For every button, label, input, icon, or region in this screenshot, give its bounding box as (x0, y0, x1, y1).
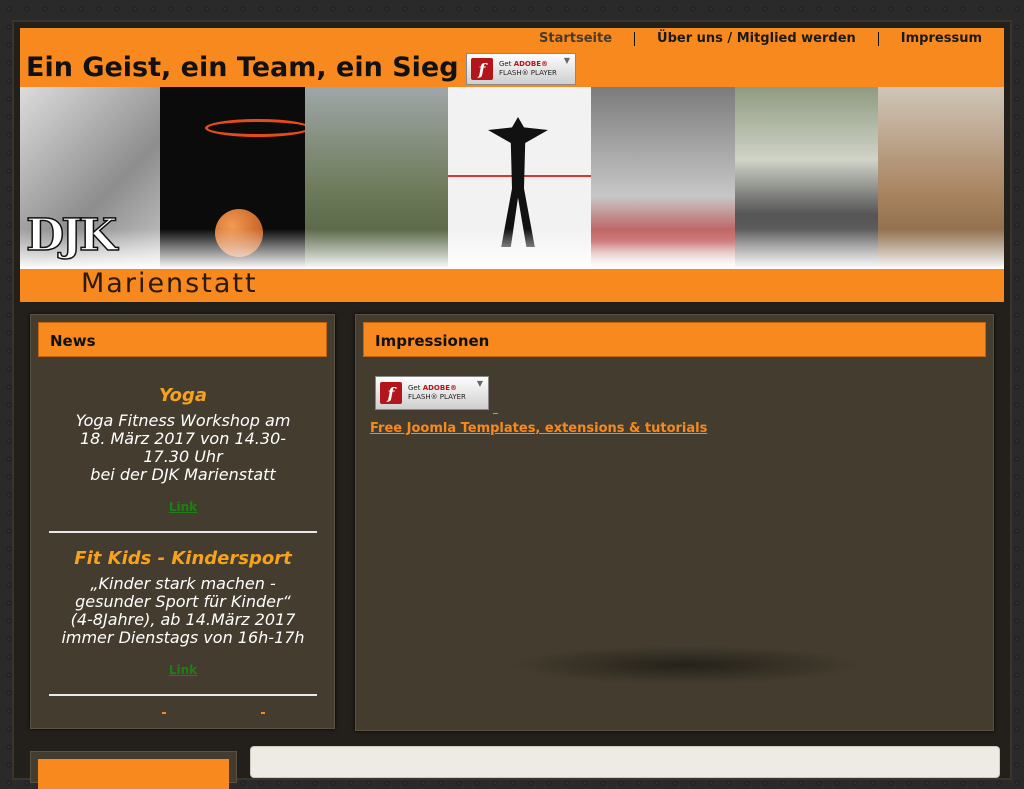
download-arrow-icon: ▼ (476, 379, 483, 388)
news-item-link[interactable]: Link (49, 500, 317, 514)
slideshow-shadow (506, 645, 866, 685)
flash-icon: f (471, 58, 493, 80)
nav-ueber-uns[interactable]: Über uns / Mitglied werden (634, 32, 878, 46)
news-item-title: Yoga (158, 385, 208, 406)
scroller-marker (162, 712, 166, 714)
news-item-text: Yoga Fitness Workshop am 18. März 2017 v… (75, 411, 291, 484)
nav-startseite[interactable]: Startseite (517, 32, 634, 46)
news-panel: News Yoga Yoga Fitness Workshop am 18. M… (30, 314, 335, 729)
lower-left-panel-heading (38, 759, 229, 789)
logo-city-name: Marienstatt (81, 268, 258, 299)
lower-left-panel (30, 751, 237, 789)
flash-badge-text: Get ADOBE® FLASH® PLAYER (408, 384, 466, 401)
get-flash-player-button[interactable]: f Get ADOBE® FLASH® PLAYER ▼ (375, 376, 489, 410)
flash-badge-text: Get ADOBE® FLASH® PLAYER (499, 60, 557, 77)
news-divider (49, 694, 317, 696)
scroller-marker (261, 712, 265, 714)
download-arrow-icon: ▼ (563, 56, 570, 65)
impressionen-heading: Impressionen (363, 322, 986, 357)
get-flash-player-button[interactable]: f Get ADOBE® FLASH® PLAYER ▼ (466, 53, 576, 85)
news-heading: News (38, 322, 327, 357)
news-item-yoga: Yoga Yoga Fitness Workshop am 18. März 2… (49, 385, 317, 514)
nav-impressum[interactable]: Impressum (877, 32, 1004, 46)
header-banner-collage (20, 87, 1004, 269)
news-item-fit-kids: Fit Kids - Kindersport „Kinder stark mac… (49, 548, 317, 677)
flash-icon: f (380, 382, 402, 404)
news-divider (49, 531, 317, 533)
site-title: Ein Geist, ein Team, ein Sieg (26, 52, 459, 83)
impressionen-panel: Impressionen f Get ADOBE® FLASH® PLAYER … (355, 314, 994, 731)
news-item-title: Fit Kids - Kindersport (74, 548, 292, 569)
news-item-link[interactable]: Link (49, 663, 317, 677)
top-navigation: Startseite Über uns / Mitglied werden Im… (517, 32, 1004, 46)
lower-content-panel (250, 746, 1000, 778)
joomla-templates-link[interactable]: Free Joomla Templates, extensions & tuto… (370, 421, 707, 436)
news-item-text: „Kinder stark machen - gesunder Sport fü… (61, 574, 305, 647)
djk-logo: DJK (25, 209, 118, 262)
site-header: Ein Geist, ein Team, ein Sieg Startseite… (20, 28, 1004, 302)
